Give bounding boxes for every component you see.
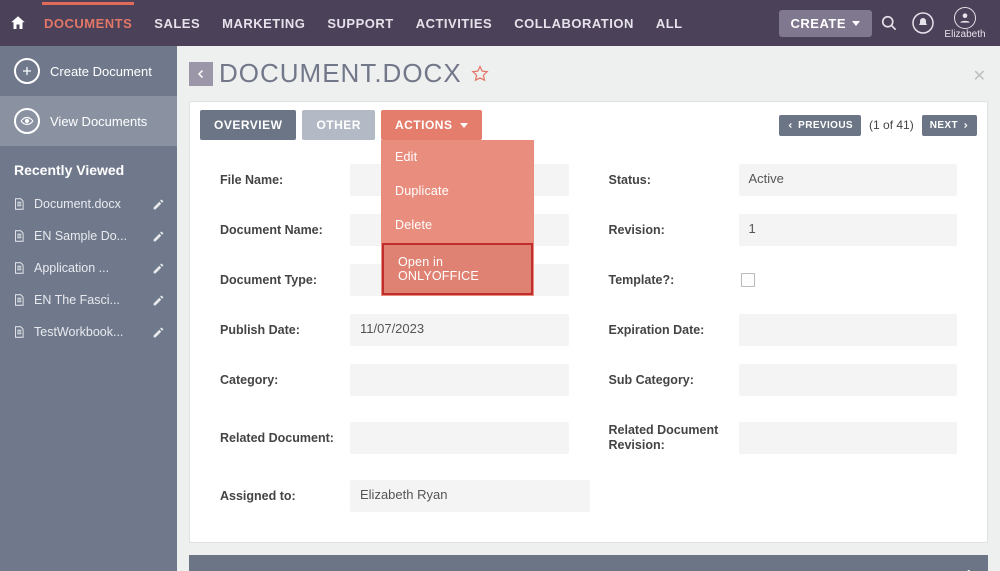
template-checkbox[interactable] <box>741 273 755 287</box>
tab-overview[interactable]: OVERVIEW <box>200 110 296 140</box>
recent-item-label: TestWorkbook... <box>34 325 144 339</box>
document-type-label: Document Type: <box>220 273 340 287</box>
recent-item-label: Document.docx <box>34 197 144 211</box>
nav-tab-documents[interactable]: DOCUMENTS <box>42 2 134 45</box>
revision-label: Revision: <box>609 223 729 237</box>
related-document-field[interactable] <box>350 422 569 454</box>
plus-icon <box>14 58 40 84</box>
recent-item[interactable]: Document.docx <box>0 188 177 220</box>
file-name-label: File Name: <box>220 173 340 187</box>
create-label: CREATE <box>791 16 846 31</box>
document-name-label: Document Name: <box>220 223 340 237</box>
expiration-date-label: Expiration Date: <box>609 323 729 337</box>
related-revision-field[interactable] <box>739 422 958 454</box>
bell-icon <box>911 11 935 35</box>
document-icon <box>12 324 26 340</box>
actions-menu-item[interactable]: Edit <box>381 140 534 174</box>
sub-category-field[interactable] <box>739 364 958 396</box>
notifications-button[interactable] <box>906 6 940 40</box>
status-field[interactable]: Active <box>739 164 958 196</box>
recent-item[interactable]: Application ... <box>0 252 177 284</box>
create-document-label: Create Document <box>50 64 152 79</box>
related-document-label: Related Document: <box>220 431 340 445</box>
panel-document-revisions[interactable]: DOCUMENT REVISIONS+ <box>189 555 988 571</box>
tab-other[interactable]: OTHER <box>302 110 375 140</box>
tab-actions-label: ACTIONS <box>395 118 453 132</box>
caret-down-icon <box>852 21 860 26</box>
close-button[interactable]: ✕ <box>973 66 986 86</box>
nav-tab-activities[interactable]: ACTIVITIES <box>414 2 495 45</box>
assigned-to-label: Assigned to: <box>220 489 340 503</box>
edit-icon[interactable] <box>152 198 165 211</box>
next-button[interactable]: NEXT <box>922 115 977 136</box>
document-icon <box>12 196 26 212</box>
expand-icon: + <box>963 565 974 571</box>
chevron-right-icon <box>962 121 969 130</box>
recent-item-label: EN The Fasci... <box>34 293 144 307</box>
publish-date-field[interactable]: 11/07/2023 <box>350 314 569 346</box>
previous-button[interactable]: PREVIOUS <box>779 115 861 136</box>
favorite-toggle[interactable] <box>470 64 490 84</box>
view-documents-label: View Documents <box>50 114 147 129</box>
edit-icon[interactable] <box>152 262 165 275</box>
revision-field[interactable]: 1 <box>739 214 958 246</box>
edit-icon[interactable] <box>152 294 165 307</box>
create-button[interactable]: CREATE <box>779 10 872 37</box>
user-menu[interactable]: Elizabeth <box>940 7 990 40</box>
status-label: Status: <box>609 173 729 187</box>
publish-date-label: Publish Date: <box>220 323 340 337</box>
next-label: NEXT <box>930 120 958 131</box>
tab-actions[interactable]: ACTIONS EditDuplicateDeleteOpen in ONLYO… <box>381 110 483 140</box>
recent-item[interactable]: TestWorkbook... <box>0 316 177 348</box>
assigned-to-field[interactable]: Elizabeth Ryan <box>350 480 590 512</box>
nav-tab-support[interactable]: SUPPORT <box>325 2 395 45</box>
chevron-left-icon <box>787 121 794 130</box>
eye-icon <box>14 108 40 134</box>
related-revision-label: Related Document Revision: <box>609 423 729 453</box>
search-button[interactable] <box>872 6 906 40</box>
page-counter: (1 of 41) <box>869 118 914 132</box>
recently-viewed-heading: Recently Viewed <box>0 146 177 188</box>
home-button[interactable] <box>0 0 36 46</box>
document-icon <box>12 292 26 308</box>
search-icon <box>879 13 899 33</box>
nav-tab-all[interactable]: ALL <box>654 2 685 45</box>
view-documents-link[interactable]: View Documents <box>0 96 177 146</box>
expiration-date-field[interactable] <box>739 314 958 346</box>
back-button[interactable] <box>189 62 213 86</box>
actions-menu-item[interactable]: Duplicate <box>381 174 534 208</box>
template-label: Template?: <box>609 273 729 287</box>
document-icon <box>12 260 26 276</box>
edit-icon[interactable] <box>152 230 165 243</box>
document-icon <box>12 228 26 244</box>
actions-dropdown: EditDuplicateDeleteOpen in ONLYOFFICE <box>381 140 534 296</box>
previous-label: PREVIOUS <box>798 120 853 131</box>
nav-tab-sales[interactable]: SALES <box>152 2 202 45</box>
recent-item[interactable]: EN Sample Do... <box>0 220 177 252</box>
create-document-link[interactable]: Create Document <box>0 46 177 96</box>
actions-menu-item[interactable]: Open in ONLYOFFICE <box>382 243 533 295</box>
username-label: Elizabeth <box>944 29 985 40</box>
actions-menu-item[interactable]: Delete <box>381 208 534 242</box>
recent-item[interactable]: EN The Fasci... <box>0 284 177 316</box>
page-title: DOCUMENT.DOCX <box>219 58 462 89</box>
nav-tab-collaboration[interactable]: COLLABORATION <box>512 2 636 45</box>
recent-item-label: EN Sample Do... <box>34 229 144 243</box>
sub-category-label: Sub Category: <box>609 373 729 387</box>
category-label: Category: <box>220 373 340 387</box>
user-icon <box>958 11 972 25</box>
star-icon <box>470 64 490 84</box>
caret-down-icon <box>460 123 468 128</box>
edit-icon[interactable] <box>152 326 165 339</box>
category-field[interactable] <box>350 364 569 396</box>
home-icon <box>9 14 27 32</box>
recent-item-label: Application ... <box>34 261 144 275</box>
nav-tab-marketing[interactable]: MARKETING <box>220 2 307 45</box>
chevron-left-icon <box>195 68 207 80</box>
